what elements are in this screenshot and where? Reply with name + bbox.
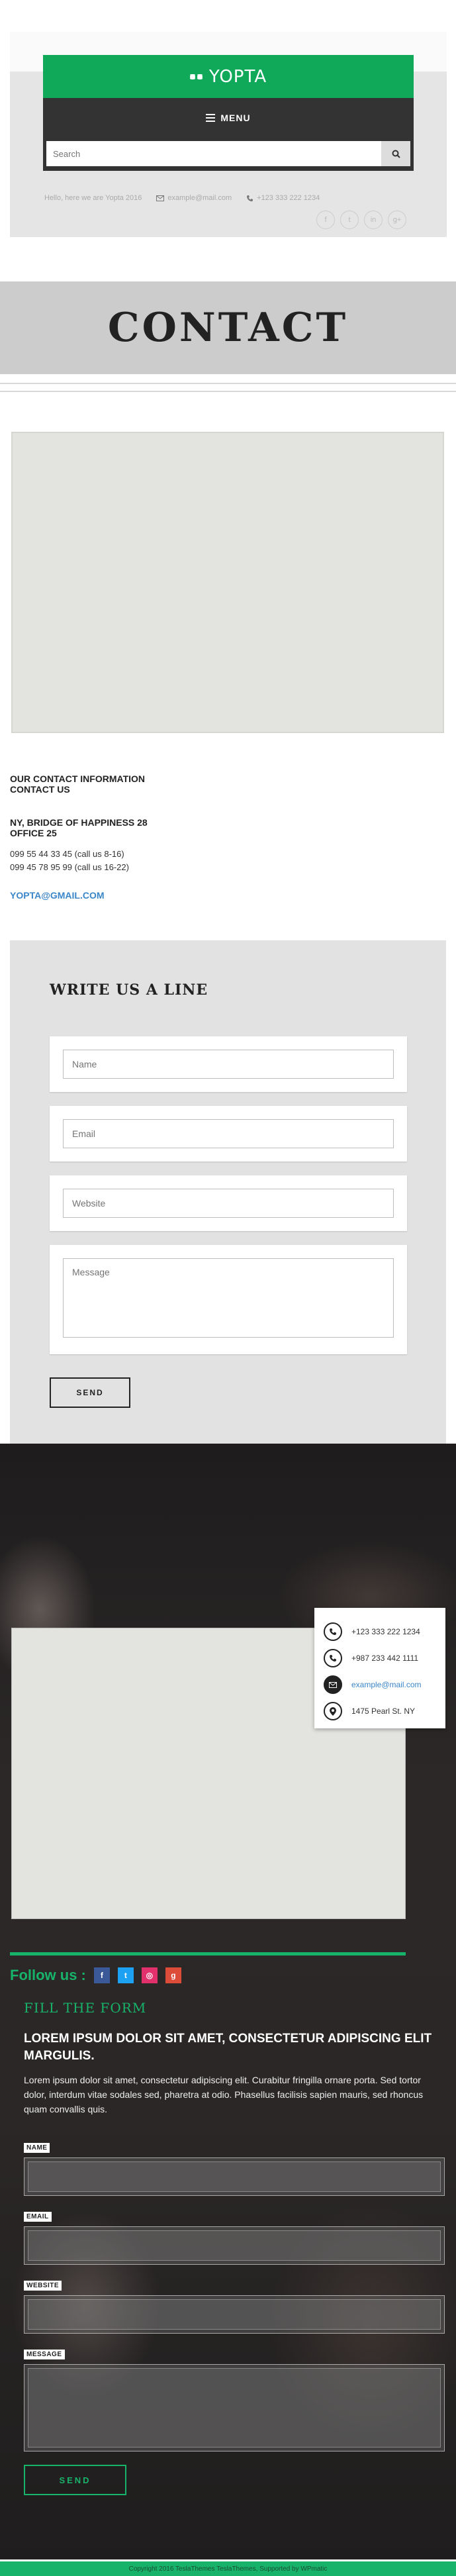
header-info-line: Hello, here we are Yopta 2016 example@ma…: [44, 194, 320, 202]
website-label: WEBSITE: [24, 2281, 62, 2291]
hamburger-icon: [206, 114, 216, 122]
contact-info-heading: OUR CONTACT INFORMATION CONTACT US: [10, 773, 145, 795]
contact-form-section: WRITE US A LINE SEND: [10, 940, 446, 1449]
input-inner: [28, 2368, 441, 2448]
dark-email-input[interactable]: [24, 2226, 445, 2265]
send-button[interactable]: SEND: [50, 1377, 130, 1408]
footer-text: Copyright 2016 TeslaThemes TeslaThemes, …: [128, 2565, 328, 2573]
follow-label: Follow us :: [10, 1967, 86, 1983]
address-line1: NY, BRIDGE OF HAPPINESS 28: [10, 817, 148, 828]
message-label: MESSAGE: [24, 2350, 65, 2359]
name-input[interactable]: [63, 1050, 394, 1079]
divider: [0, 383, 456, 384]
header-social-links: f t in g+: [316, 211, 406, 229]
logo-icon: [189, 74, 203, 79]
dark-send-button[interactable]: SEND: [24, 2465, 126, 2495]
contact-info-heading-line2: CONTACT US: [10, 784, 70, 795]
contact-phones: 099 55 44 33 45 (call us 8-16) 099 45 78…: [10, 848, 129, 874]
header-phone-text: +123 333 222 1234: [257, 194, 320, 202]
info-card: +123 333 222 1234 +987 233 442 1111 exam…: [314, 1608, 445, 1728]
name-label: NAME: [24, 2143, 50, 2153]
divider: [0, 391, 456, 392]
website-field-card: [50, 1175, 407, 1231]
info-address-text: 1475 Pearl St. NY: [351, 1707, 416, 1716]
dark-website-input[interactable]: [24, 2295, 445, 2334]
contact-info-heading-line1: OUR CONTACT INFORMATION: [10, 773, 146, 784]
dark-name-input[interactable]: [24, 2157, 445, 2196]
lorem-paragraph: Lorem ipsum dolor sit amet, consectetur …: [24, 2075, 424, 2114]
dark-message-textarea[interactable]: [24, 2364, 445, 2452]
menu-button[interactable]: MENU: [43, 98, 414, 138]
twitter-icon[interactable]: t: [340, 211, 359, 229]
site-header: YOPTA MENU Hello, here we are Yopta 2016…: [10, 32, 447, 237]
phone-line1: 099 55 44 33 45 (call us 8-16): [10, 849, 124, 859]
page-title: CONTACT: [107, 305, 349, 351]
facebook-icon[interactable]: f: [316, 211, 335, 229]
menu-label: MENU: [220, 113, 251, 123]
email-input[interactable]: [63, 1119, 394, 1148]
greeting-text: Hello, here we are Yopta 2016: [44, 194, 142, 202]
search-input[interactable]: [46, 141, 381, 166]
phone-icon: [324, 1622, 342, 1641]
twitter-icon[interactable]: t: [117, 1967, 134, 1983]
logo-text: YOPTA: [208, 66, 267, 87]
search-bar: [43, 138, 414, 171]
logo-bar[interactable]: YOPTA: [43, 55, 414, 98]
follow-us: Follow us : f t ◎ g: [10, 1967, 189, 1984]
form-title: WRITE US A LINE: [50, 981, 208, 999]
map-embed[interactable]: [11, 432, 444, 733]
input-inner: [28, 2299, 441, 2330]
header-email-text: example@mail.com: [167, 194, 232, 202]
email-field-card: [50, 1106, 407, 1162]
map-pin-icon: [324, 1702, 342, 1720]
info-address: 1475 Pearl St. NY: [324, 1698, 436, 1724]
contact-address: NY, BRIDGE OF HAPPINESS 28 OFFICE 25: [10, 817, 148, 838]
lorem-heading: LOREM IPSUM DOLOR SIT AMET, CONSECTETUR …: [24, 2032, 432, 2063]
website-input[interactable]: [63, 1189, 394, 1218]
input-inner: [28, 2230, 441, 2261]
info-email-link[interactable]: example@mail.com: [351, 1680, 422, 1689]
google-plus-icon[interactable]: g+: [388, 211, 406, 229]
message-textarea[interactable]: [63, 1258, 394, 1338]
address-line2: OFFICE 25: [10, 828, 57, 838]
email-label: EMAIL: [24, 2212, 52, 2222]
info-email: example@mail.com: [324, 1671, 436, 1698]
envelope-icon: [156, 195, 165, 201]
phone-line2: 099 45 78 95 99 (call us 16-22): [10, 862, 129, 872]
footer: Copyright 2016 TeslaThemes TeslaThemes, …: [0, 2561, 456, 2576]
fill-form-title: FILL THE FORM: [24, 2000, 147, 2016]
search-icon: [392, 150, 400, 158]
info-phone1: +123 333 222 1234: [324, 1618, 436, 1645]
google-plus-icon[interactable]: g: [165, 1967, 181, 1983]
instagram-icon[interactable]: ◎: [141, 1967, 158, 1983]
input-inner: [28, 2161, 441, 2192]
instagram-icon[interactable]: in: [364, 211, 383, 229]
facebook-icon[interactable]: f: [93, 1967, 110, 1983]
name-field-card: [50, 1036, 407, 1092]
message-field-card: [50, 1245, 407, 1354]
info-phone2: +987 233 442 1111: [324, 1645, 436, 1671]
header-phone[interactable]: +123 333 222 1234: [246, 194, 320, 202]
info-phone2-text: +987 233 442 1111: [351, 1654, 419, 1663]
header-email[interactable]: example@mail.com: [156, 194, 232, 202]
info-phone1-text: +123 333 222 1234: [351, 1627, 420, 1636]
phone-icon: [247, 195, 253, 201]
phone-icon: [324, 1649, 342, 1667]
green-divider: [10, 1952, 406, 1956]
search-button[interactable]: [381, 141, 410, 166]
page-title-band: CONTACT: [0, 281, 456, 374]
contact-email-link[interactable]: YOPTA@GMAIL.COM: [10, 890, 105, 901]
envelope-icon: [324, 1675, 342, 1694]
search-box: [46, 141, 410, 166]
